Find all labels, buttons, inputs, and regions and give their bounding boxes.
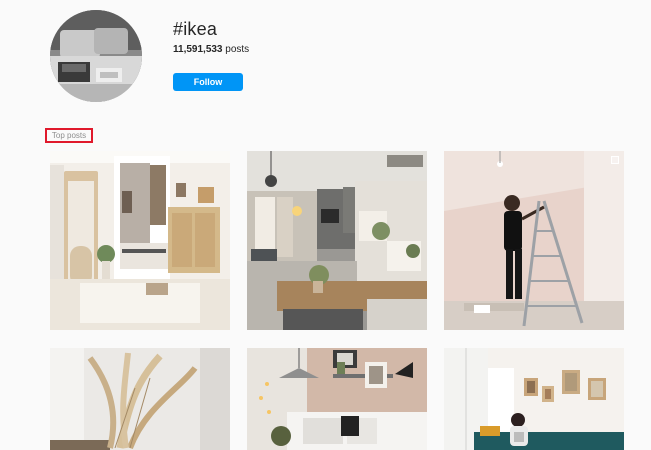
post-thumbnail-1[interactable]	[50, 151, 230, 330]
post-count-suffix: posts	[225, 44, 250, 55]
post-thumbnail-5[interactable]	[247, 348, 427, 450]
post-count-number: 11,591,533	[173, 44, 223, 55]
multiple-photos-icon	[611, 156, 619, 164]
follow-button[interactable]: Follow	[173, 73, 243, 91]
hashtag-title: #ikea	[173, 19, 218, 39]
post-thumbnail-6[interactable]	[444, 348, 624, 450]
post-thumbnail-2[interactable]	[247, 151, 427, 330]
post-count: 11,591,533 posts	[173, 44, 249, 55]
hashtag-avatar	[50, 10, 142, 102]
post-thumbnail-4[interactable]	[50, 348, 230, 450]
top-posts-label: Top posts	[45, 128, 93, 143]
post-thumbnail-3[interactable]	[444, 151, 624, 330]
